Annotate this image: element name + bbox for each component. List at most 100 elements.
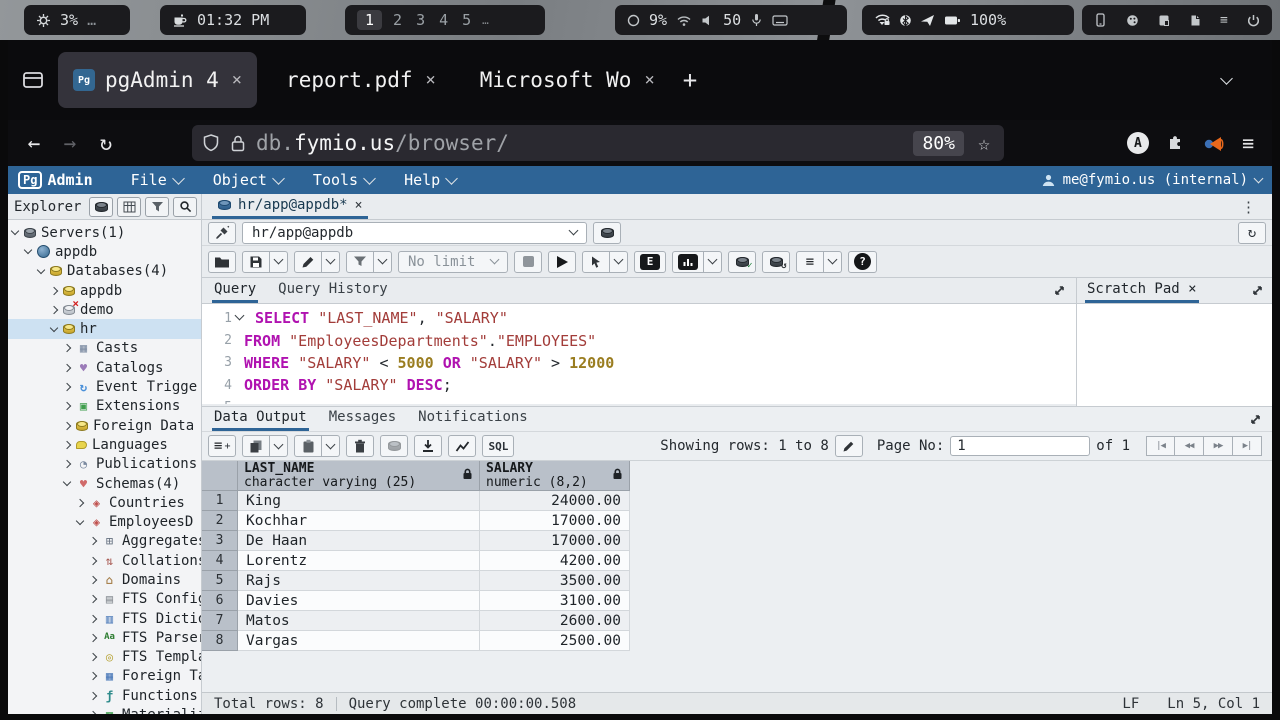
collapse-chevron-icon[interactable] [11, 227, 19, 235]
tree-item-domains[interactable]: Domains [8, 570, 201, 589]
last-name-cell[interactable]: Davies [238, 591, 480, 611]
tray-menu-icon[interactable]: ≡ [1220, 13, 1228, 28]
close-tab-icon[interactable]: × [425, 70, 435, 90]
expand-chevron-icon[interactable] [89, 614, 97, 622]
kebab-menu-icon[interactable]: ⋮ [1235, 198, 1262, 216]
tree-item-appdb[interactable]: appdb [8, 281, 201, 300]
reload-button[interactable]: ↻ [92, 131, 120, 155]
tree-item-fts-templa[interactable]: FTS Templa [8, 648, 201, 667]
salary-cell[interactable]: 3500.00 [480, 571, 630, 591]
last-name-cell[interactable]: King [238, 491, 480, 511]
tree-item-foreign-ta[interactable]: Foreign Ta [8, 667, 201, 686]
account-icon[interactable]: A [1127, 132, 1149, 154]
expand-chevron-icon[interactable] [63, 460, 71, 468]
tree-item-functions[interactable]: Functions [8, 686, 201, 705]
status-pill[interactable]: 9% 50 [615, 5, 847, 35]
expand-chevron-icon[interactable] [89, 576, 97, 584]
expand-chevron-icon[interactable] [63, 441, 71, 449]
search-button[interactable] [173, 197, 197, 217]
file-icon[interactable] [1190, 14, 1201, 27]
tree-item-databases-4[interactable]: Databases(4) [8, 262, 201, 281]
close-tab-icon[interactable]: × [355, 198, 363, 213]
scratch-pad-content[interactable] [1077, 304, 1272, 406]
tree-item-foreign-data[interactable]: Foreign Data [8, 416, 201, 435]
list-tabs-chevron-icon[interactable] [1220, 72, 1233, 85]
browser-tab-microsoft-wo[interactable]: Microsoft Wo× [465, 52, 670, 108]
palette-icon[interactable] [1126, 14, 1139, 27]
menu-tools[interactable]: Tools [313, 171, 374, 189]
tree-item-countries[interactable]: Countries [8, 493, 201, 512]
edit-options-button[interactable] [322, 251, 340, 273]
close-icon[interactable]: × [1188, 281, 1196, 297]
last-name-cell[interactable]: Kochhar [238, 511, 480, 531]
expand-scratch-pad-icon[interactable] [1251, 284, 1264, 297]
row-number-cell[interactable]: 2 [202, 511, 238, 531]
edit-button[interactable] [294, 251, 322, 273]
menu-file[interactable]: File [131, 171, 183, 189]
edit-range-button[interactable] [835, 435, 863, 457]
save-options-button[interactable] [270, 251, 288, 273]
menu-object[interactable]: Object [213, 171, 283, 189]
last-name-cell[interactable]: De Haan [238, 531, 480, 551]
rollback-button[interactable]: ↺ [762, 251, 790, 273]
column-header-salary[interactable]: SALARYnumeric (8,2) [480, 461, 630, 491]
execute-options-chevron[interactable] [610, 251, 628, 273]
row-number-cell[interactable]: 5 [202, 571, 238, 591]
expand-chevron-icon[interactable] [63, 383, 71, 391]
workspaces-more[interactable]: … [482, 14, 489, 27]
url-bar[interactable]: db.fymio.us/browser/ 80% ☆ [192, 125, 1004, 161]
clipboard-icon[interactable] [1158, 14, 1170, 27]
row-number-cell[interactable]: 6 [202, 591, 238, 611]
workspace-2[interactable]: 2 [390, 11, 405, 29]
expand-chevron-icon[interactable] [89, 653, 97, 661]
new-connection-button[interactable] [593, 222, 621, 244]
tree-item-fts-parser[interactable]: FTS Parser [8, 628, 201, 647]
query-tool-tab[interactable]: hr/app@appdb* × [212, 194, 368, 219]
delete-row-button[interactable] [346, 435, 374, 457]
tab-messages[interactable]: Messages [327, 407, 398, 431]
macros-options-button[interactable] [824, 251, 842, 273]
new-tab-button[interactable]: + [683, 66, 697, 94]
row-number-cell[interactable]: 8 [202, 631, 238, 651]
expand-chevron-icon[interactable] [63, 363, 71, 371]
forward-button[interactable]: → [56, 131, 84, 155]
collapse-chevron-icon[interactable] [63, 478, 71, 486]
tab-data-output[interactable]: Data Output [212, 407, 309, 431]
zoom-level-badge[interactable]: 80% [913, 131, 964, 156]
last-name-cell[interactable]: Rajs [238, 571, 480, 591]
close-tab-icon[interactable]: × [644, 70, 654, 90]
expand-chevron-icon[interactable] [89, 711, 97, 714]
tab-query[interactable]: Query [212, 279, 258, 303]
expand-chevron-icon[interactable] [89, 595, 97, 603]
tree-item-event-trigge[interactable]: Event Trigge [8, 377, 201, 396]
expand-chevron-icon[interactable] [89, 556, 97, 564]
tab-overview-button[interactable] [21, 68, 45, 92]
filter-button[interactable] [346, 251, 374, 273]
copy-options-button[interactable] [270, 435, 288, 457]
last-page-button[interactable]: ▶| [1233, 436, 1262, 456]
salary-cell[interactable]: 3100.00 [480, 591, 630, 611]
save-button[interactable] [242, 251, 270, 273]
cursor-position-label[interactable]: Ln 5, Col 1 [1167, 696, 1260, 712]
execute-options-button[interactable] [582, 251, 610, 273]
paste-options-button[interactable] [322, 435, 340, 457]
explain-options-button[interactable] [704, 251, 722, 273]
connection-selector[interactable]: hr/app@appdb [242, 222, 587, 244]
tree-item-aggregates[interactable]: Aggregates [8, 532, 201, 551]
page-input[interactable] [950, 436, 1090, 456]
expand-chevron-icon[interactable] [63, 421, 71, 429]
menu-help[interactable]: Help [404, 171, 456, 189]
clock-pill[interactable]: 01:32 PM [160, 5, 306, 35]
next-page-button[interactable]: ▶▶ [1204, 436, 1233, 456]
bookmark-star-icon[interactable]: ☆ [974, 131, 994, 155]
tab-query-history[interactable]: Query History [276, 279, 390, 303]
eol-label[interactable]: LF [1122, 696, 1139, 712]
sql-editor[interactable]: 1SELECT "LAST_NAME", "SALARY"2FROM "Empl… [202, 304, 1076, 404]
lock-icon[interactable] [230, 134, 246, 153]
tree-item-casts[interactable]: Casts [8, 339, 201, 358]
paste-button[interactable] [294, 435, 322, 457]
tree-item-demo[interactable]: demo [8, 300, 201, 319]
connectivity-pill[interactable]: 100% [862, 5, 1074, 35]
workspace-3[interactable]: 3 [413, 11, 428, 29]
tree-item-languages[interactable]: Languages [8, 435, 201, 454]
